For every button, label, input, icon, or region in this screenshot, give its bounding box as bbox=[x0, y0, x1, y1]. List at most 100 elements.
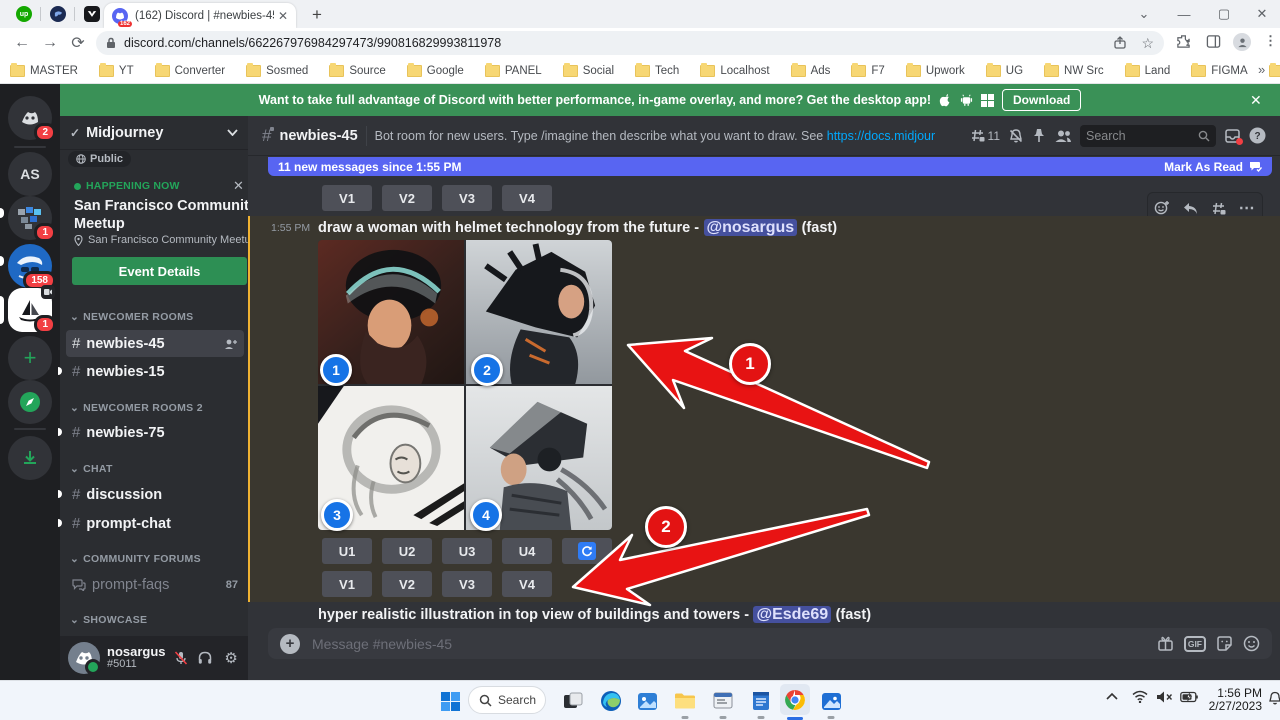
battery-icon[interactable] bbox=[1180, 691, 1198, 703]
add-server-button[interactable]: + bbox=[8, 336, 52, 380]
bookmark-item[interactable]: Ads bbox=[791, 65, 831, 77]
event-close-icon[interactable]: ✕ bbox=[233, 178, 244, 194]
threads-icon[interactable]: 11 bbox=[970, 128, 1000, 143]
u1-button[interactable]: U1 bbox=[322, 538, 372, 564]
download-button[interactable]: Download bbox=[1002, 89, 1081, 111]
bookmark-item[interactable]: PANEL bbox=[485, 65, 542, 77]
pinned-messages-icon[interactable] bbox=[1032, 128, 1046, 143]
explore-servers-button[interactable] bbox=[8, 380, 52, 424]
pinned-tab-icon[interactable] bbox=[50, 6, 66, 22]
taskbar-clock[interactable]: 1:56 PM 2/27/2023 bbox=[1206, 687, 1262, 713]
window-maximize-button[interactable]: ▢ bbox=[1204, 0, 1244, 28]
inbox-icon[interactable] bbox=[1224, 128, 1241, 144]
server-pixel-avatar[interactable]: 1 bbox=[8, 196, 52, 240]
bookmark-item[interactable]: Localhost bbox=[700, 65, 769, 77]
reload-icon[interactable]: ⟳ bbox=[68, 33, 88, 53]
bookmark-item[interactable]: Tech bbox=[635, 65, 679, 77]
discord-home-button[interactable]: 2 bbox=[8, 96, 52, 140]
u2-button[interactable]: U2 bbox=[382, 538, 432, 564]
unread-messages-bar[interactable]: 11 new messages since 1:55 PM Mark As Re… bbox=[268, 157, 1272, 176]
active-tab[interactable]: 162 (162) Discord | #newbies-45 | Mi ✕ bbox=[104, 3, 296, 28]
sidebar-item-newbies-15[interactable]: # newbies-15 bbox=[66, 358, 244, 385]
tab-search-chevron-icon[interactable]: ⌄ bbox=[1124, 0, 1164, 28]
settings-gear-icon[interactable]: ⚙ bbox=[222, 649, 240, 667]
notifications-muted-icon[interactable] bbox=[1008, 128, 1024, 144]
emoji-icon[interactable] bbox=[1243, 635, 1260, 652]
message-composer[interactable]: + GIF bbox=[268, 628, 1272, 659]
bookmark-item[interactable]: FIGMA bbox=[1191, 65, 1247, 77]
mention-esde69[interactable]: @Esde69 bbox=[753, 606, 831, 623]
u4-button[interactable]: U4 bbox=[502, 538, 552, 564]
bookmark-item[interactable]: F7 bbox=[851, 65, 884, 77]
bookmark-item[interactable]: Upwork bbox=[906, 65, 965, 77]
back-icon[interactable]: ← bbox=[12, 33, 32, 53]
start-button[interactable] bbox=[437, 688, 463, 714]
sidebar-item-prompt-chat[interactable]: # prompt-chat bbox=[66, 510, 244, 537]
attach-plus-icon[interactable]: + bbox=[280, 634, 300, 654]
bookmark-item[interactable]: UG bbox=[986, 65, 1023, 77]
reply-icon[interactable] bbox=[1183, 202, 1198, 215]
v2-button[interactable]: V2 bbox=[382, 571, 432, 597]
extensions-puzzle-icon[interactable] bbox=[1176, 34, 1191, 49]
header-search-input[interactable]: Search bbox=[1080, 125, 1216, 147]
reroll-button[interactable] bbox=[562, 538, 612, 564]
bookmark-item[interactable]: MASTER bbox=[10, 65, 78, 77]
more-actions-icon[interactable]: ⋯ bbox=[1239, 198, 1256, 218]
user-identity[interactable]: nosargus #5011 bbox=[107, 645, 166, 671]
headphones-icon[interactable] bbox=[197, 650, 215, 666]
invite-people-icon[interactable] bbox=[224, 338, 238, 350]
section-chat[interactable]: ⌄CHAT bbox=[70, 463, 113, 475]
sidebar-item-newbies-75[interactable]: # newbies-75 bbox=[66, 419, 244, 446]
v1-button-prev[interactable]: V1 bbox=[322, 185, 372, 211]
file-explorer-icon[interactable] bbox=[672, 688, 698, 714]
mark-as-read-button[interactable]: Mark As Read bbox=[1164, 160, 1243, 174]
topic-link[interactable]: https://docs.midjourne... bbox=[827, 129, 935, 143]
bookmark-item[interactable]: Converter bbox=[155, 65, 226, 77]
server-waves-avatar[interactable]: 158 bbox=[8, 244, 52, 288]
v3-button[interactable]: V3 bbox=[442, 571, 492, 597]
server-as-avatar[interactable]: AS bbox=[8, 152, 52, 196]
window-minimize-button[interactable]: — bbox=[1164, 0, 1204, 28]
photos-app-icon[interactable] bbox=[818, 688, 844, 714]
browser-menu-icon[interactable]: ⋮ bbox=[1264, 33, 1277, 49]
download-apps-button[interactable] bbox=[8, 436, 52, 480]
user-avatar[interactable] bbox=[68, 642, 100, 674]
bookmark-item[interactable]: Land bbox=[1125, 65, 1171, 77]
bookmark-item[interactable]: NW Src bbox=[1044, 65, 1104, 77]
bookmark-item[interactable]: Google bbox=[407, 65, 464, 77]
sidebar-item-prompt-faqs[interactable]: prompt-faqs 87 bbox=[66, 571, 244, 598]
gift-icon[interactable] bbox=[1157, 635, 1174, 652]
banner-close-icon[interactable]: ✕ bbox=[1250, 92, 1262, 109]
media-app-icon[interactable] bbox=[634, 688, 660, 714]
forward-icon[interactable]: → bbox=[40, 33, 60, 53]
event-details-button[interactable]: Event Details bbox=[72, 257, 247, 285]
server-header[interactable]: ✓ Midjourney bbox=[60, 116, 248, 150]
create-thread-icon[interactable] bbox=[1211, 201, 1226, 216]
channel-topic[interactable]: Bot room for new users. Type /imagine th… bbox=[375, 129, 935, 143]
address-bar[interactable]: discord.com/channels/662267976984297473/… bbox=[96, 31, 1164, 55]
v2-button-prev[interactable]: V2 bbox=[382, 185, 432, 211]
taskbar-search[interactable]: Search bbox=[468, 686, 546, 714]
mic-muted-icon[interactable] bbox=[173, 650, 191, 666]
pinned-tab-v-icon[interactable] bbox=[84, 6, 100, 22]
gif-picker-icon[interactable]: GIF bbox=[1184, 636, 1206, 652]
sidebar-item-discussion[interactable]: # discussion bbox=[66, 481, 244, 508]
wifi-icon[interactable] bbox=[1132, 690, 1148, 703]
tray-chevron-icon[interactable] bbox=[1106, 692, 1118, 700]
v4-button[interactable]: V4 bbox=[502, 571, 552, 597]
v3-button-prev[interactable]: V3 bbox=[442, 185, 492, 211]
bookmark-item[interactable]: Social bbox=[563, 65, 614, 77]
bookmark-item[interactable]: Sosmed bbox=[246, 65, 308, 77]
midjourney-image-grid[interactable] bbox=[318, 240, 612, 530]
bookmark-star-icon[interactable]: ☆ bbox=[1141, 35, 1154, 52]
chrome-taskbar-icon[interactable] bbox=[780, 684, 810, 715]
edge-browser-icon[interactable] bbox=[598, 688, 624, 714]
u3-button[interactable]: U3 bbox=[442, 538, 492, 564]
bookmarks-overflow-icon[interactable]: » bbox=[1258, 62, 1265, 77]
bookmark-item[interactable]: YT bbox=[99, 65, 134, 77]
section-community-forums[interactable]: ⌄COMMUNITY FORUMS bbox=[70, 553, 201, 565]
section-showcase[interactable]: ⌄SHOWCASE bbox=[70, 614, 147, 626]
add-reaction-icon[interactable] bbox=[1154, 200, 1170, 216]
notes-app-icon[interactable] bbox=[748, 688, 774, 714]
message-input[interactable] bbox=[310, 635, 1147, 653]
